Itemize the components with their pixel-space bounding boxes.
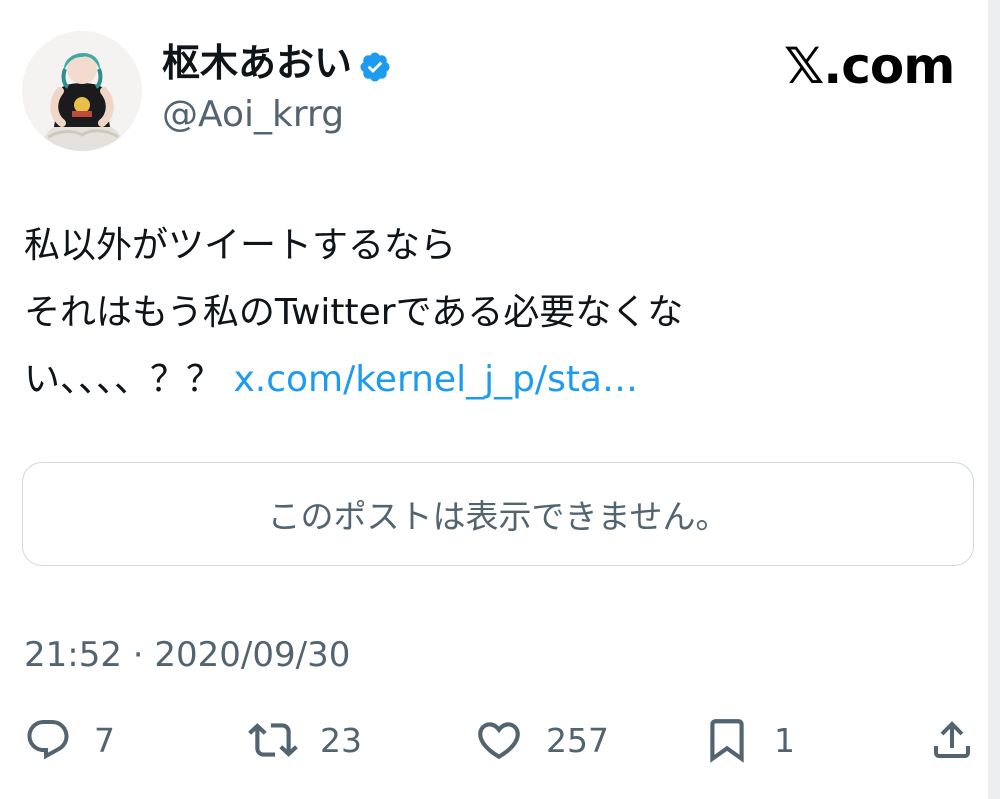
- reply-button[interactable]: 7: [24, 715, 115, 765]
- tweet-text: 私以外がツイートするなら それはもう私のTwitterである必要なくな い、、、…: [24, 212, 974, 413]
- avatar-image: [22, 31, 142, 151]
- bookmark-button[interactable]: 1: [702, 715, 795, 765]
- repost-count: 23: [320, 720, 362, 760]
- tweet-line-2: それはもう私のTwitterである必要なくな: [24, 292, 684, 333]
- quoted-post-card[interactable]: このポストは表示できません。: [22, 462, 974, 566]
- quoted-post-unavailable-text: このポストは表示できません。: [267, 497, 729, 536]
- display-name-text: 枢木あおい: [162, 41, 353, 85]
- repost-button[interactable]: 23: [248, 715, 362, 765]
- timestamp[interactable]: 21:52 · 2020/09/30: [24, 632, 350, 678]
- share-button[interactable]: [928, 715, 976, 765]
- heart-icon: [478, 722, 520, 760]
- verified-badge-icon: [358, 46, 392, 82]
- bookmark-icon: [710, 719, 744, 763]
- reply-count: 7: [94, 720, 115, 760]
- share-icon: [934, 721, 970, 758]
- bookmark-count: 1: [774, 720, 795, 760]
- like-count: 257: [546, 720, 609, 760]
- tweet-line-3-text: い、、、、？？: [24, 359, 223, 400]
- tweet-link[interactable]: x.com/kernel_j_p/sta…: [233, 359, 638, 400]
- repost-icon: [248, 723, 298, 757]
- reply-icon: [27, 720, 69, 760]
- handle[interactable]: @Aoi_krrg: [162, 92, 344, 138]
- x-logo[interactable]: 𝕏.com: [784, 36, 955, 96]
- tweet-line-1: 私以外がツイートするなら: [24, 225, 457, 266]
- tweet-line-3: い、、、、？？ x.com/kernel_j_p/sta…: [24, 346, 974, 413]
- display-name[interactable]: 枢木あおい: [162, 38, 392, 88]
- page-edge: [988, 0, 1000, 799]
- avatar[interactable]: [22, 31, 142, 151]
- like-button[interactable]: 257: [474, 715, 609, 765]
